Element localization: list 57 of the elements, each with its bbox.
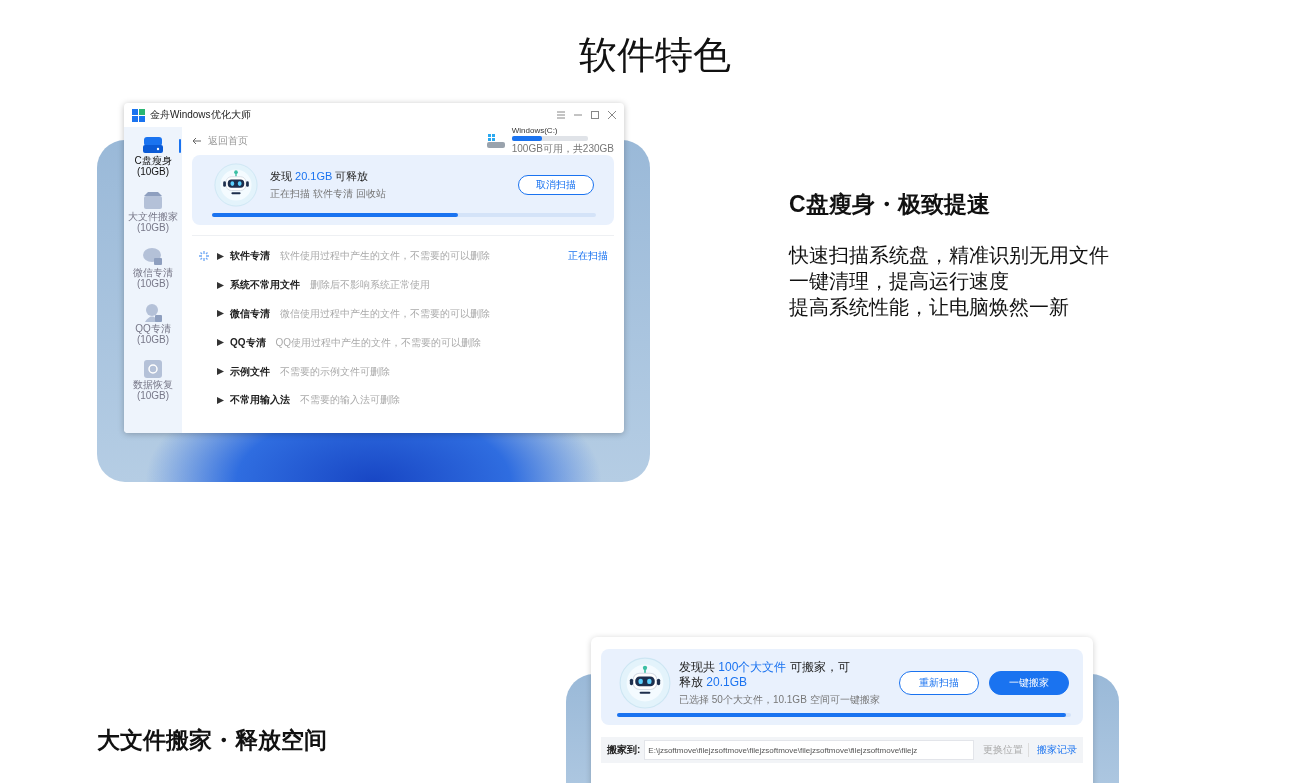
sidebar-item[interactable]: 大文件搬家 (10GB) — [124, 191, 182, 233]
box-icon — [142, 191, 164, 211]
feature-heading: C盘瘦身・极致提速 — [789, 190, 991, 219]
close-icon[interactable] — [608, 111, 616, 119]
chat-icon — [142, 247, 164, 267]
window-title: 金舟Windows优化大师 — [150, 108, 252, 122]
disk-name: Windows(C:) — [511, 126, 559, 135]
item-name: 微信专清 — [230, 307, 270, 321]
scan-title: 发现 20.1GB 可释放 — [270, 169, 370, 184]
sidebar-item[interactable]: 微信专清 (10GB) — [124, 247, 182, 289]
page-title: 软件特色 — [578, 33, 732, 78]
app-logo-icon — [132, 108, 145, 122]
person-icon — [142, 303, 164, 323]
back-link[interactable]: 返回首页 — [208, 134, 480, 148]
sidebar-item[interactable]: C盘瘦身 (10GB) — [124, 135, 182, 177]
robot-icon — [214, 163, 258, 207]
move-button[interactable]: 一键搬家 — [989, 671, 1069, 695]
scan-title: 发现共 100个大文件 可搬家，可释放 20.1GB — [679, 659, 851, 690]
caret-icon[interactable] — [217, 252, 224, 260]
maximize-icon[interactable] — [591, 111, 599, 119]
sidebar-item[interactable]: 数据恢复 (10GB) — [124, 359, 182, 401]
change-location-link[interactable]: 更换位置 — [978, 743, 1029, 757]
chip-icon — [142, 359, 164, 379]
robot-icon — [619, 657, 671, 709]
scan-status: 正在扫描 — [568, 249, 608, 264]
caret-icon[interactable] — [217, 281, 224, 289]
item-name: 示例文件 — [230, 364, 270, 379]
feature-description: 快速扫描系统盘，精准识别无用文件 — [789, 243, 1109, 268]
item-name: QQ专清 — [230, 335, 266, 350]
item-description: 不需要的输入法可删除 — [300, 393, 401, 408]
back-arrow-icon[interactable] — [192, 137, 202, 145]
item-name: 系统不常用文件 — [230, 278, 300, 293]
feature-description: 提高系统性能，让电脑焕然一新 — [789, 295, 1070, 320]
move-history-link[interactable]: 搬家记录 — [1033, 743, 1077, 757]
item-description: 不需要的示例文件可删除 — [280, 364, 391, 379]
item-description: 软件使用过程中产生的文件，不需要的可以删除 — [280, 249, 491, 264]
item-description: 删除后不影响系统正常使用 — [310, 278, 431, 293]
scan-subtitle: 正在扫描 软件专清 回收站 — [270, 187, 387, 201]
disk-drive-icon — [485, 133, 506, 149]
destination-label: 搬家到: — [607, 743, 641, 757]
sidebar-item[interactable]: QQ专清 (10GB) — [124, 303, 182, 345]
caret-icon[interactable] — [217, 310, 224, 318]
caret-icon[interactable] — [217, 368, 224, 376]
item-name: 不常用输入法 — [230, 393, 290, 408]
disk-info: 100GB可用，共230GB — [511, 142, 614, 156]
feature-heading: 大文件搬家・释放空间 — [97, 726, 328, 755]
scan-subtitle: 已选择 50个大文件，10.1GB 空间可一键搬家 — [679, 692, 881, 707]
caret-icon[interactable] — [217, 339, 224, 347]
feature-description: 一键清理，提高运行速度 — [789, 269, 1010, 294]
caret-icon[interactable] — [217, 396, 224, 404]
rescan-button[interactable]: 重新扫描 — [899, 671, 979, 695]
item-name: 软件专清 — [230, 249, 270, 264]
cancel-scan-button[interactable]: 取消扫描 — [518, 175, 594, 195]
drive-icon — [142, 135, 164, 155]
item-description: QQ使用过程中产生的文件，不需要的可以删除 — [275, 335, 483, 350]
item-description: 微信使用过程中产生的文件，不需要的可以删除 — [280, 307, 491, 321]
destination-path-field[interactable]: E:\jzsoftmove\filejzsoftmove\filejzsoftmove\filejzsoftmove\filejzsoftmove\filejz — [644, 740, 974, 760]
